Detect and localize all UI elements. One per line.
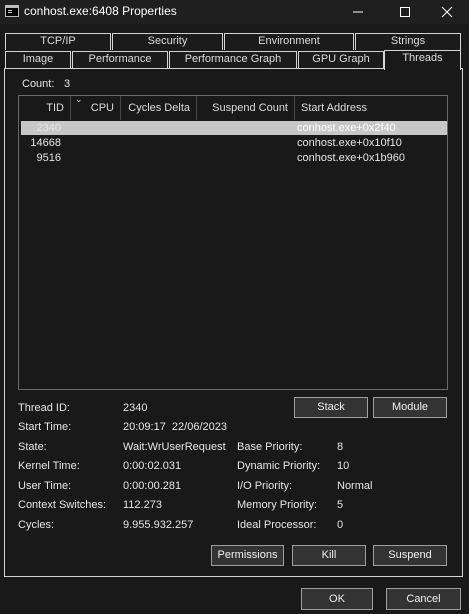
stack-button[interactable]: Stack: [294, 397, 368, 418]
io-priority-label: I/O Priority:: [237, 480, 293, 492]
permissions-button[interactable]: Permissions: [211, 545, 284, 566]
sort-descending-icon: ⌄: [75, 95, 83, 104]
memory-priority-label: Memory Priority:: [237, 499, 318, 511]
module-button[interactable]: Module: [373, 397, 447, 418]
thread-start-address: conhost.exe+0x10f10: [297, 137, 402, 149]
thread-row[interactable]: 9516 conhost.exe+0x1b960: [21, 151, 447, 165]
io-priority-value: Normal: [337, 480, 373, 492]
dynamic-priority-value: 10: [337, 460, 350, 472]
user-time-value: 0:00:00.281: [123, 480, 182, 492]
kernel-time-label: Kernel Time:: [18, 460, 80, 472]
column-header-cycles-delta[interactable]: Cycles Delta: [121, 96, 197, 120]
column-header-suspend-count[interactable]: Suspend Count: [197, 96, 295, 120]
kill-button[interactable]: Kill: [292, 545, 366, 566]
context-switches-value: 112.273: [123, 499, 162, 511]
thread-tid: 9516: [36, 152, 61, 164]
count-value: 3: [64, 78, 71, 90]
context-switches-label: Context Switches:: [18, 499, 107, 511]
thread-start-address: conhost.exe+0x2f40: [297, 122, 396, 134]
cycles-value: 9.955.932.257: [123, 519, 194, 531]
thread-row[interactable]: 2340 conhost.exe+0x2f40: [21, 121, 447, 135]
thread-start-address: conhost.exe+0x1b960: [297, 152, 405, 164]
start-time-label: Start Time:: [18, 421, 72, 433]
column-header-cpu[interactable]: ⌄ CPU: [71, 96, 121, 120]
thread-tid: 2340: [36, 122, 61, 134]
column-header-tid[interactable]: TID: [19, 96, 71, 120]
thread-id-value: 2340: [123, 402, 148, 414]
kernel-time-value: 0:00:02.031: [123, 460, 182, 472]
ideal-processor-label: Ideal Processor:: [237, 519, 317, 531]
column-header-start-address[interactable]: Start Address: [295, 96, 447, 120]
cycles-label: Cycles:: [18, 519, 55, 531]
state-value: Wait:WrUserRequest: [123, 441, 226, 453]
thread-row[interactable]: 14668 conhost.exe+0x10f10: [21, 136, 447, 150]
thread-tid: 14668: [30, 137, 61, 149]
thread-id-label: Thread ID:: [18, 402, 70, 414]
suspend-button[interactable]: Suspend: [373, 545, 447, 566]
base-priority-label: Base Priority:: [237, 441, 303, 453]
state-label: State:: [18, 441, 47, 453]
threads-list[interactable]: TID ⌄ CPU Cycles Delta Suspend Count Sta…: [18, 95, 448, 390]
count-label: Count:: [22, 78, 55, 90]
user-time-label: User Time:: [18, 480, 72, 492]
column-header-cpu-label: CPU: [90, 102, 114, 114]
base-priority-value: 8: [337, 441, 344, 453]
memory-priority-value: 5: [337, 499, 344, 511]
start-time-value: 20:09:17 22/06/2023: [123, 421, 227, 433]
dynamic-priority-label: Dynamic Priority:: [237, 460, 321, 472]
ideal-processor-value: 0: [337, 519, 344, 531]
